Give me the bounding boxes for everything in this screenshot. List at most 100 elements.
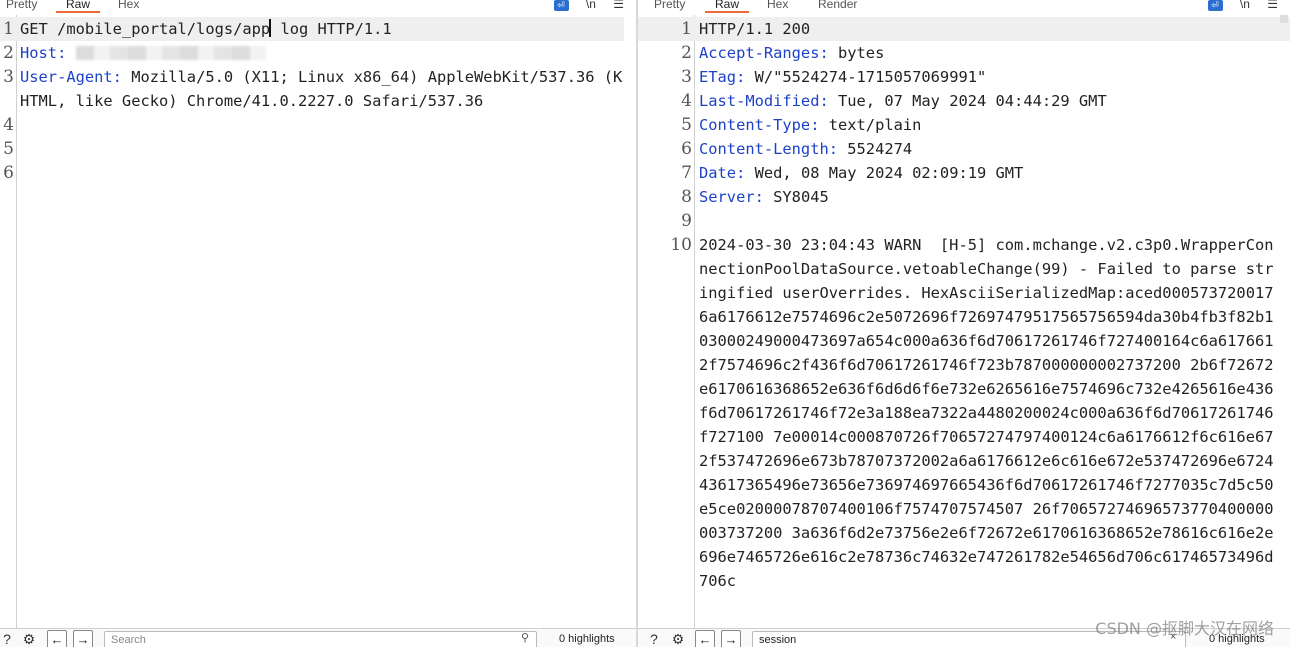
editor-line: 1 GET /mobile_portal/logs/app log HTTP/1.… [0,17,624,41]
previous-match-button[interactable]: ← [47,630,67,647]
editor-line: 5 Content-Type: text/plain [638,113,1290,137]
line-number: 2 [681,43,692,63]
editor-line: 4 Last-Modified: Tue, 07 May 2024 04:44:2… [638,89,1290,113]
line-text: Content-Length: 5524274 [699,137,1274,161]
response-editor-toolbar: ⏎ \n ☰ [1194,0,1278,11]
wrap-lines-icon[interactable]: ⏎ [1207,0,1223,11]
request-pane: Pretty Raw Hex ⏎ \n ☰ 1 GET /mobile_porta… [0,0,636,647]
response-editor[interactable]: 1 HTTP/1.1 200 2 Accept-Ranges: bytes 3 ETag:… [638,15,1290,628]
next-match-button[interactable]: → [721,630,741,647]
search-input[interactable]: Search [104,631,537,647]
text-segment: W/"5524274-1715057069991" [745,68,987,86]
line-number: 3 [3,67,14,87]
newline-toggle-icon[interactable]: \n [586,0,596,11]
line-text [699,209,1274,233]
header-name: Content-Type: [699,116,820,134]
line-text: GET /mobile_portal/logs/app log HTTP/1.1 [20,17,612,41]
editor-line: 6 [0,161,636,185]
line-text [20,137,624,161]
previous-match-button[interactable]: ← [695,630,715,647]
editor-line: 3 ETag: W/"5524274-1715057069991" [638,65,1290,89]
line-number: 10 [670,235,692,255]
text-segment: 5524274 [838,140,913,158]
header-name: ETag: [699,68,746,86]
tab-raw[interactable]: Raw [55,0,101,13]
scrollbar-thumb[interactable] [1280,15,1288,23]
line-number: 5 [681,115,692,135]
line-text: 2024-03-30 23:04:43 WARN [H-5] com.mchan… [699,233,1274,593]
line-number: 3 [681,67,692,87]
header-name: Accept-Ranges: [699,44,829,62]
editor-line: 1 HTTP/1.1 200 [638,17,1290,41]
header-name: Content-Length: [699,140,838,158]
line-text: ETag: W/"5524274-1715057069991" [699,65,1274,89]
gear-icon[interactable]: ⚙ [20,630,38,647]
header-name: User-Agent: [20,68,122,86]
editor-line: 2 Accept-Ranges: bytes [638,41,1290,65]
menu-icon[interactable]: ☰ [1267,0,1278,11]
gear-icon[interactable]: ⚙ [669,630,687,647]
request-search-bar: ? ⚙ ← → Search ⚲ 0 highlights [0,628,636,647]
line-number: 6 [3,163,14,183]
line-number: 6 [681,139,692,159]
text-segment: bytes [828,44,885,62]
line-number: 4 [681,91,692,111]
text-segment: Wed, 08 May 2024 02:09:19 GMT [745,164,1024,182]
line-number: 9 [681,211,692,231]
line-text: Date: Wed, 08 May 2024 02:09:19 GMT [699,161,1274,185]
text-segment: text/plain [819,116,922,134]
line-text: User-Agent: Mozilla/5.0 (X11; Linux x86_… [20,65,624,113]
tab-pretty[interactable]: Pretty [6,0,37,11]
line-number: 1 [681,19,692,39]
text-segment: 2024-03-30 23:04:43 WARN [H-5] com.mchan… [699,236,1274,590]
tab-hex[interactable]: Hex [767,0,788,11]
editor-line: 2 Host: [0,41,636,65]
header-name: Date: [699,164,746,182]
line-text: Last-Modified: Tue, 07 May 2024 04:44:29… [699,89,1274,113]
line-number: 8 [681,187,692,207]
line-number: 2 [3,43,14,63]
text-segment: GET /mobile_portal/logs/app [20,20,271,38]
line-number: 4 [3,115,14,135]
editor-line: 6 Content-Length: 5524274 [638,137,1290,161]
search-icon: ⚲ [521,632,530,644]
editor-line: 4 [0,113,636,137]
editor-line: 7 Date: Wed, 08 May 2024 02:09:19 GMT [638,161,1290,185]
watermark: CSDN @抠脚大汉在网络 [1095,619,1274,638]
next-match-button[interactable]: → [73,630,93,647]
text-segment [66,44,75,62]
tab-render[interactable]: Render [818,0,857,11]
tab-raw[interactable]: Raw [704,0,750,13]
text-segment: log HTTP/1.1 [271,20,392,38]
response-tabbar: Pretty Raw Hex Render ⏎ \n ☰ [638,0,1290,14]
redacted-value [75,46,266,60]
line-text: HTTP/1.1 200 [699,17,1274,41]
line-number: 1 [3,19,14,39]
editor-line: 3 User-Agent: Mozilla/5.0 (X11; Linux x86… [0,65,636,113]
newline-toggle-icon[interactable]: \n [1240,0,1250,11]
editor-line: 9 [638,209,1290,233]
line-text: Server: SY8045 [699,185,1274,209]
wrap-lines-icon[interactable]: ⏎ [553,0,569,11]
tab-hex[interactable]: Hex [118,0,139,11]
header-name: Host: [20,44,67,62]
line-text [20,113,624,137]
tab-pretty[interactable]: Pretty [654,0,685,11]
request-tabbar: Pretty Raw Hex ⏎ \n ☰ [0,0,636,14]
line-text: Content-Type: text/plain [699,113,1274,137]
line-number: 7 [681,163,692,183]
response-pane: Pretty Raw Hex Render ⏎ \n ☰ 1 HTTP/1.1 2… [638,0,1290,647]
menu-icon[interactable]: ☰ [613,0,624,11]
text-segment: Tue, 07 May 2024 04:44:29 GMT [828,92,1107,110]
line-text [20,161,624,185]
editor-line: 5 [0,137,636,161]
text-segment: SY8045 [763,188,829,206]
line-text: Accept-Ranges: bytes [699,41,1274,65]
help-icon[interactable]: ? [0,630,16,647]
editor-line: 8 Server: SY8045 [638,185,1290,209]
header-name: Server: [699,188,764,206]
line-number: 5 [3,139,14,159]
request-editor[interactable]: 1 GET /mobile_portal/logs/app log HTTP/1.… [0,15,636,628]
text-segment: HTTP/1.1 200 [699,20,811,38]
help-icon[interactable]: ? [645,630,663,647]
